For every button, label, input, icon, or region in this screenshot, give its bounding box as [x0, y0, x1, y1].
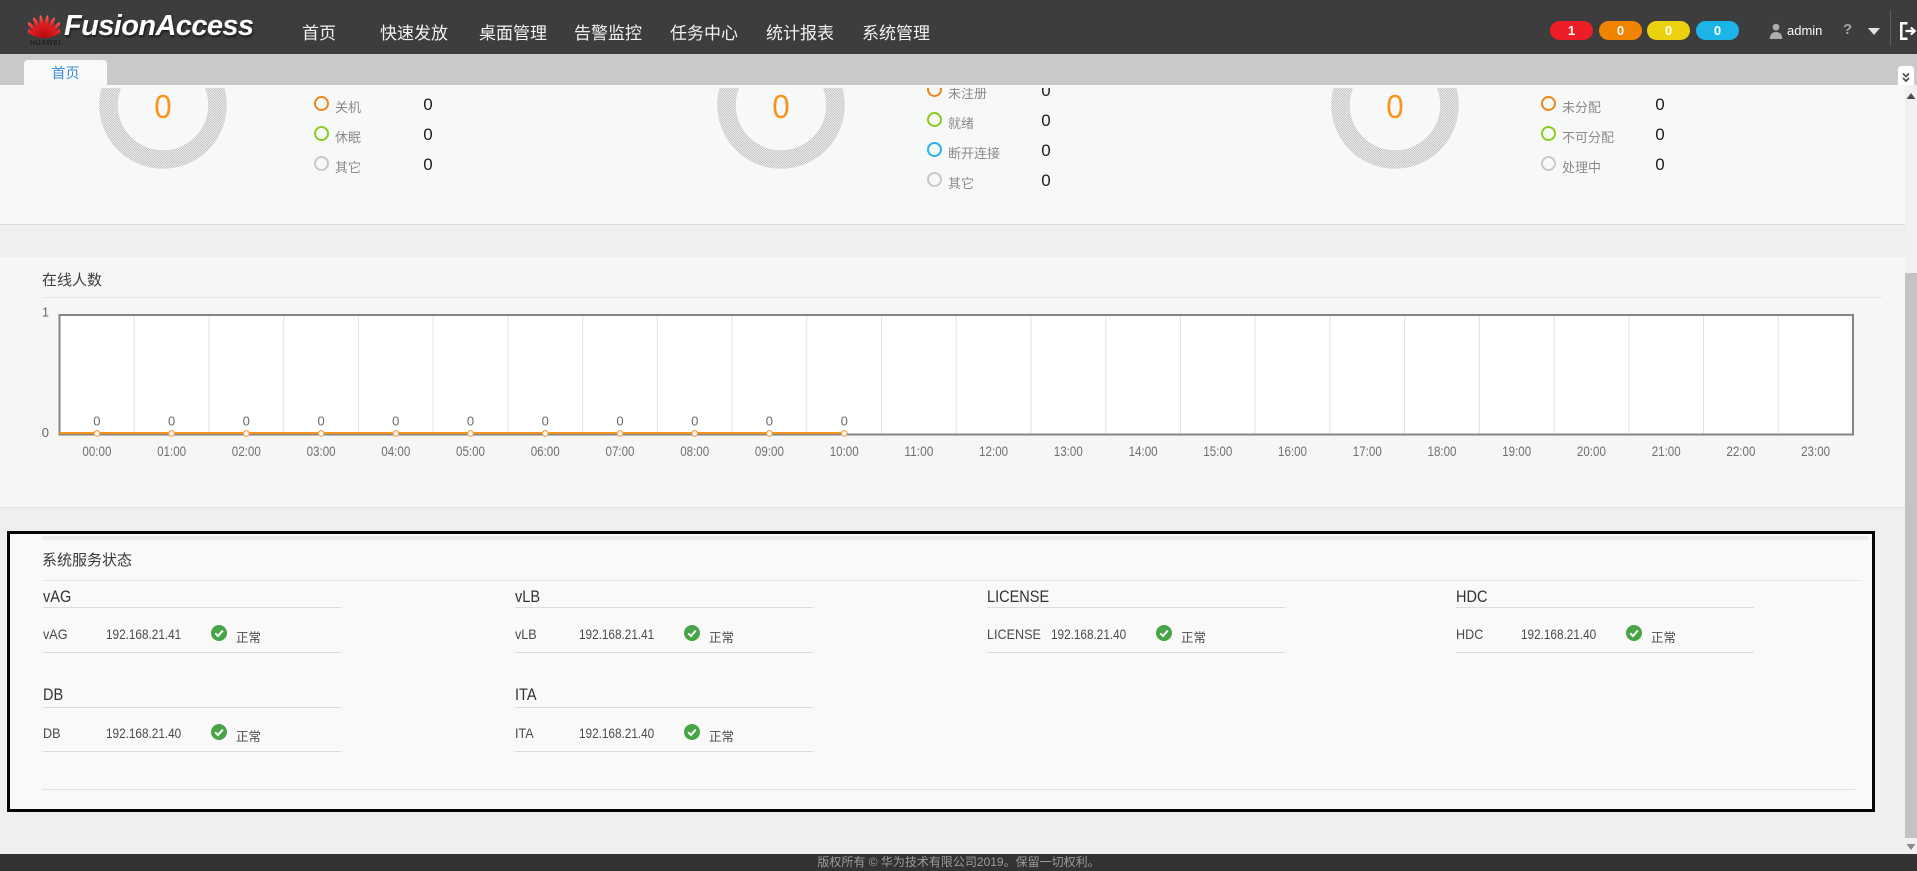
svg-text:1: 1: [42, 306, 49, 320]
svg-text:12:00: 12:00: [979, 443, 1008, 459]
svg-text:10:00: 10:00: [830, 443, 859, 459]
svg-text:20:00: 20:00: [1577, 443, 1606, 459]
svg-text:01:00: 01:00: [157, 443, 186, 459]
svg-text:21:00: 21:00: [1652, 443, 1681, 459]
svg-text:23:00: 23:00: [1801, 443, 1830, 459]
svg-text:0: 0: [542, 414, 549, 429]
svg-text:07:00: 07:00: [606, 443, 635, 459]
svg-text:0: 0: [616, 414, 623, 429]
svg-text:0: 0: [168, 414, 175, 429]
svg-text:05:00: 05:00: [456, 443, 485, 459]
svg-text:0: 0: [317, 414, 324, 429]
svg-text:18:00: 18:00: [1428, 443, 1457, 459]
svg-text:03:00: 03:00: [307, 443, 336, 459]
svg-text:09:00: 09:00: [755, 443, 784, 459]
svg-text:14:00: 14:00: [1129, 443, 1158, 459]
svg-text:17:00: 17:00: [1353, 443, 1382, 459]
svg-text:19:00: 19:00: [1502, 443, 1531, 459]
svg-text:04:00: 04:00: [381, 443, 410, 459]
svg-text:0: 0: [392, 414, 399, 429]
svg-text:02:00: 02:00: [232, 443, 261, 459]
svg-text:16:00: 16:00: [1278, 443, 1307, 459]
svg-text:0: 0: [93, 414, 100, 429]
svg-text:0: 0: [766, 414, 773, 429]
svg-text:13:00: 13:00: [1054, 443, 1083, 459]
svg-text:0: 0: [243, 414, 250, 429]
svg-text:0: 0: [691, 414, 698, 429]
svg-text:08:00: 08:00: [680, 443, 709, 459]
svg-text:0: 0: [42, 425, 49, 440]
svg-text:00:00: 00:00: [82, 443, 111, 459]
svg-text:06:00: 06:00: [531, 443, 560, 459]
svg-text:22:00: 22:00: [1726, 443, 1755, 459]
svg-text:15:00: 15:00: [1203, 443, 1232, 459]
svg-text:11:00: 11:00: [904, 443, 933, 459]
svg-text:0: 0: [841, 414, 848, 429]
svg-text:0: 0: [467, 414, 474, 429]
